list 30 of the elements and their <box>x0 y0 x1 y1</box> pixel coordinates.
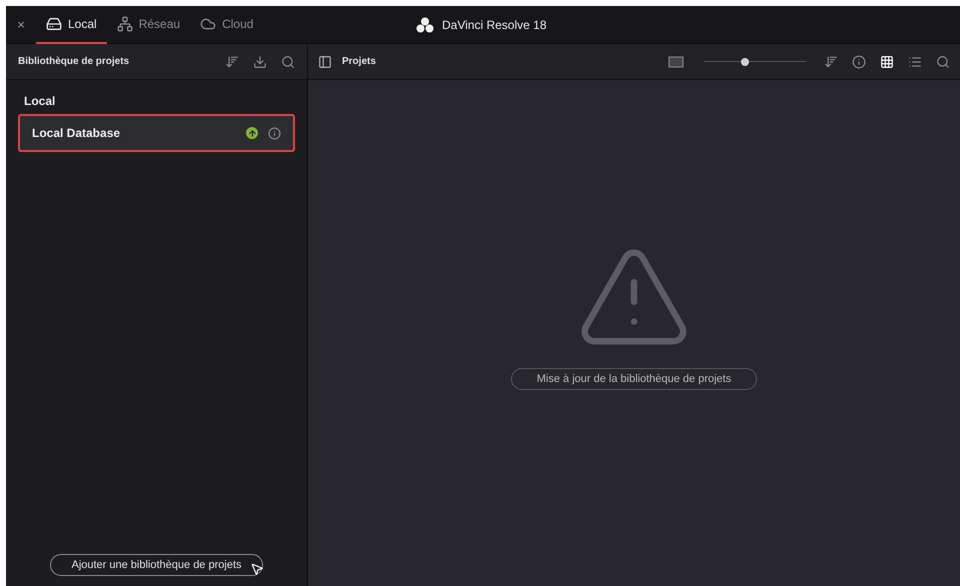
sort-icon[interactable] <box>824 54 838 68</box>
tab[interactable]: Cloud <box>190 6 264 44</box>
list-view-icon[interactable] <box>908 54 922 68</box>
tab[interactable]: Réseau <box>106 6 190 44</box>
cloud-icon <box>200 16 216 32</box>
zoom-slider[interactable] <box>704 56 806 66</box>
panel-title: Bibliothèque de projets <box>18 55 130 69</box>
info-icon[interactable] <box>852 54 866 68</box>
library-item[interactable]: Local Database <box>18 114 295 152</box>
drive-icon <box>46 16 62 32</box>
search-icon[interactable] <box>281 54 295 68</box>
search-icon[interactable] <box>936 54 950 68</box>
cursor-icon <box>250 562 264 576</box>
upload-icon <box>246 127 258 139</box>
info-icon[interactable] <box>268 126 281 140</box>
logo-icon <box>416 16 434 32</box>
slider-thumb[interactable] <box>740 58 749 66</box>
library-name: Local Database <box>32 125 122 142</box>
sidebar-toggle-icon[interactable] <box>318 54 332 68</box>
group-label: Local <box>24 93 56 110</box>
import-icon[interactable] <box>253 54 267 68</box>
update-library-button[interactable]: Mise à jour de la bibliothèque de projets <box>511 368 757 390</box>
close-button[interactable]: × <box>6 14 36 34</box>
grid-view-icon[interactable] <box>880 54 894 68</box>
thumbnail-icon[interactable] <box>668 56 684 68</box>
network-icon <box>116 16 133 32</box>
sort-icon[interactable] <box>225 54 239 68</box>
panel-title: Projets <box>342 55 377 69</box>
window-title: DaVinci Resolve 18 <box>442 16 547 34</box>
add-library-button[interactable]: Ajouter une bibliothèque de projets <box>50 554 262 576</box>
